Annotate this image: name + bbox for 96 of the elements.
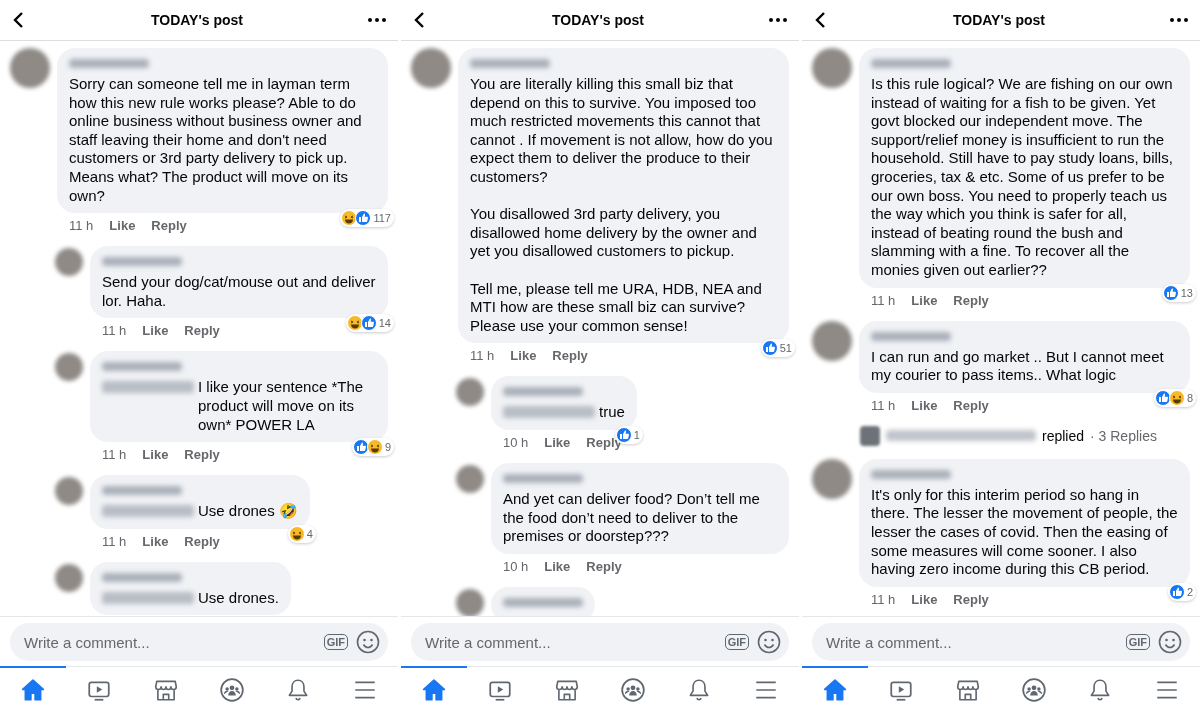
avatar (456, 588, 484, 616)
comment-text: And yet can deliver food? Don’t tell me the food don’t need to deliver to the premises or doorstep??? (503, 489, 761, 546)
avatar (456, 464, 484, 493)
like-link[interactable]: Like (911, 292, 938, 308)
like-reaction-icon (360, 315, 377, 332)
avatar (812, 458, 852, 499)
timestamp: 11 h (470, 348, 495, 364)
reply-link[interactable]: Reply (586, 558, 622, 574)
laughing-face-icon (366, 439, 383, 456)
timestamp: 11 h (102, 323, 127, 339)
comment-field[interactable]: Write a comment... GIF (812, 623, 1190, 661)
comment-field[interactable]: Write a comment... GIF (411, 623, 789, 661)
comment-text: Use drones. (198, 588, 279, 608)
timestamp: 11 h (102, 447, 127, 463)
like-link[interactable]: Like (544, 558, 571, 574)
timestamp: 11 h (871, 591, 896, 607)
like-reaction-icon (1168, 583, 1185, 600)
reply-link[interactable]: Reply (953, 292, 989, 308)
timestamp: 10 h (503, 558, 529, 574)
reply-link[interactable]: Reply (953, 397, 989, 413)
reaction-count[interactable]: 14 (345, 314, 394, 333)
page-title: TODAY's post (552, 12, 644, 28)
avatar (860, 425, 880, 446)
gif-button[interactable]: GIF (323, 634, 348, 650)
laughing-face-icon (288, 525, 305, 542)
reaction-count[interactable]: 2 (1167, 582, 1196, 601)
avatar (812, 320, 852, 361)
avatar (456, 378, 484, 407)
comment-text: Sorry can someone tell me in layman term how this new rule works please? Able to do online business without business owner and staff leaving their home and don't need customers or 3rd party delivery to pick up. Means what? The product will move on its own? (69, 75, 363, 206)
comment-text: I can run and go market .. But I cannot meet my courier to pass items.. What logic (871, 347, 1165, 385)
replied-label: replied (1042, 427, 1085, 444)
like-link[interactable]: Like (109, 218, 136, 234)
smiley-icon[interactable] (356, 630, 380, 654)
reaction-count[interactable]: 9 (351, 438, 394, 457)
timestamp: 11 h (871, 397, 896, 413)
more-icon[interactable] (368, 18, 386, 22)
back-icon[interactable] (12, 11, 26, 29)
like-link[interactable]: Like (142, 447, 169, 463)
like-link[interactable]: Like (544, 434, 571, 450)
avatar (55, 563, 83, 592)
reaction-count[interactable]: 4 (287, 524, 316, 543)
timestamp: 11 h (102, 533, 127, 549)
comment-field[interactable]: Write a comment... GIF (10, 623, 388, 661)
like-reaction-icon (352, 439, 369, 456)
avatar (10, 48, 50, 88)
smiley-icon[interactable] (1158, 630, 1182, 654)
like-link[interactable]: Like (911, 591, 938, 607)
groups-icon[interactable] (1021, 676, 1048, 703)
laughing-face-icon (1168, 389, 1185, 406)
avatar (55, 353, 83, 382)
timestamp: 10 h (503, 434, 529, 450)
comment-text: true (599, 403, 625, 422)
timestamp: 11 h (871, 292, 896, 308)
avatar (411, 48, 451, 88)
comment-text: I like your sentence *The product will move on its own* POWER LA (198, 378, 365, 435)
reply-link[interactable]: Reply (184, 447, 220, 463)
groups-icon[interactable] (620, 676, 647, 703)
smiley-icon[interactable] (757, 630, 781, 654)
comment-text: You are literally killing this small biz that depend on this to survive. You imposed too much restricted movements this cannot that cannot . If movement is not allow, how do you expect them to deliver the produce to their customers? You disallowed 3rd party delivery, you disallowed home delivery by the owner and yet you disallowed customers to pickup. Tell me, please tell me URA, HDB, NEA and MTI how are these small biz can survive? Please use your common sense! (470, 75, 774, 336)
reply-link[interactable]: Reply (953, 591, 989, 607)
gif-button[interactable]: GIF (724, 634, 749, 650)
like-reaction-icon (761, 340, 778, 357)
replies-link[interactable]: · 3 Replies (1090, 427, 1157, 444)
avatar (812, 48, 852, 88)
more-icon[interactable] (769, 18, 787, 22)
back-icon[interactable] (814, 11, 828, 29)
like-link[interactable]: Like (142, 323, 169, 339)
laughing-face-icon (341, 210, 358, 227)
reaction-count[interactable]: 8 (1153, 388, 1196, 407)
like-reaction-icon (355, 210, 372, 227)
like-reaction-icon (1162, 284, 1179, 301)
comment-text: It's only for this interim period so hang in there. The lesser the movement of people, the lesser the cases of covid. Then the easing of some measures will come sooner. I also having zero income during this CB period. (871, 485, 1178, 579)
reply-link[interactable]: Reply (552, 348, 588, 364)
comment-text: Is this rule logical? We are fishing on our own instead of waiting for a fish to be given. Yet govt blocked our independent move. The support/relief money is insufficient to run the household. Still have to pay study loans, bills, groceries, tax & etc. Some of us prefer to be our own boss. You need to properly teach us the way which you think is safer for all, instead of beating round the bush and slamming with a fine. To recover all the monies given out earlier?? (871, 75, 1174, 280)
avatar (55, 248, 83, 277)
gif-button[interactable]: GIF (1125, 634, 1150, 650)
page-title: TODAY's post (151, 12, 243, 28)
back-icon[interactable] (413, 11, 427, 29)
reaction-count[interactable]: 51 (760, 339, 795, 358)
groups-icon[interactable] (219, 676, 246, 703)
timestamp: 11 h (69, 218, 94, 234)
like-link[interactable]: Like (142, 533, 169, 549)
like-link[interactable]: Like (510, 348, 537, 364)
avatar (55, 477, 83, 506)
reaction-count[interactable]: 117 (340, 209, 394, 228)
more-icon[interactable] (1170, 18, 1188, 22)
like-reaction-icon (1154, 389, 1171, 406)
comment-text: Use drones 🤣 (198, 502, 298, 521)
page-title: TODAY's post (953, 12, 1045, 28)
reply-link[interactable]: Reply (184, 323, 220, 339)
laughing-face-icon (346, 315, 363, 332)
like-link[interactable]: Like (911, 397, 938, 413)
comment-text: Send your dog/cat/mouse out and deliver lor. Haha. (102, 273, 376, 311)
reply-link[interactable]: Reply (184, 533, 220, 549)
reaction-count[interactable]: 13 (1161, 283, 1196, 302)
reply-link[interactable]: Reply (151, 218, 187, 234)
